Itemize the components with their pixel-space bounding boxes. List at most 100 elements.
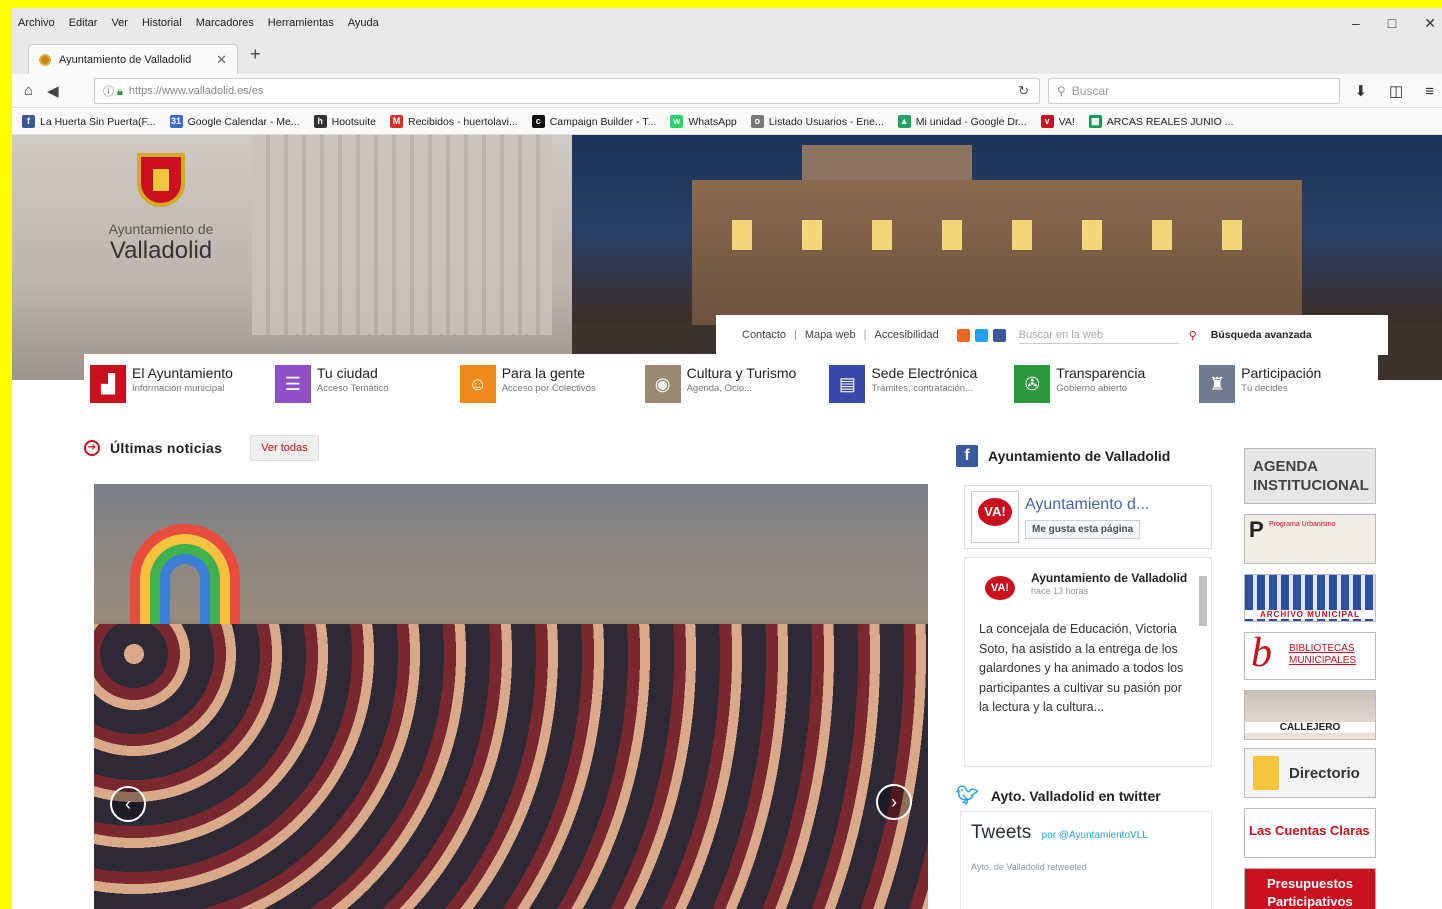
nav-item[interactable]: ▟ El Ayuntamiento Información municipal xyxy=(84,365,269,403)
like-label: Me gusta esta página xyxy=(1032,523,1134,535)
url-bar[interactable]: ⓘ 🔒︎ https://www.valladolid.es/es ↻ xyxy=(94,78,1040,104)
bookmark-label: Listado Usuarios - Ene... xyxy=(768,115,884,128)
nav-item-title: El Ayuntamiento xyxy=(132,365,233,381)
cuentas-claras-banner[interactable]: Las Cuentas Claras xyxy=(1244,808,1376,858)
bookmark-item[interactable]: ▲ Mi unidad - Google Dr... xyxy=(897,115,1027,128)
bookmark-item[interactable]: f La Huerta Sin Puerta(F... xyxy=(22,115,156,128)
tweets-by-link[interactable]: por @AyuntamientoVLL xyxy=(1042,830,1148,841)
facebook-page-card[interactable]: VA! Ayuntamiento d... Me gusta esta pági… xyxy=(964,485,1212,549)
bookmark-item[interactable]: c Campaign Builder - T... xyxy=(531,115,656,128)
bookmark-item[interactable]: o Listado Usuarios - Ene... xyxy=(750,115,884,128)
menu-ver[interactable]: Ver xyxy=(111,17,128,29)
slider-prev-button[interactable]: ‹ xyxy=(110,786,146,822)
nav-item[interactable]: ☰ Tu ciudad Acceso Temático xyxy=(269,365,454,403)
minimize-button[interactable]: – xyxy=(1352,15,1360,31)
sidebar-icon[interactable]: ◫ xyxy=(1389,82,1403,100)
bookmark-item[interactable]: M Recibidos - huertolavi... xyxy=(389,115,518,128)
presupuestos-banner[interactable]: Presupuestos Participativos xyxy=(1244,868,1376,909)
browser-search-placeholder: Buscar xyxy=(1071,84,1110,98)
browser-search-input[interactable]: ⚲ Buscar xyxy=(1048,78,1340,104)
nav-item[interactable]: ☺ Para la gente Acceso por Colectivos xyxy=(454,365,639,403)
news-icon: ➔ xyxy=(84,440,100,456)
site-search-input[interactable]: Buscar en la web xyxy=(1018,327,1179,344)
toolbar-right: ⬇ ◫ ≡ xyxy=(1354,74,1442,108)
see-all-button[interactable]: Ver todas xyxy=(250,435,319,461)
bookmark-item[interactable]: 31 Google Calendar - Me... xyxy=(169,115,300,128)
window-controls: – □ ✕ xyxy=(1352,8,1442,38)
facebook-page-name[interactable]: Ayuntamiento d... xyxy=(1025,496,1149,514)
archivo-banner[interactable]: ARCHIVO MUNICIPAL xyxy=(1244,574,1376,622)
tweets-title: Tweets xyxy=(971,822,1032,843)
menu-editar[interactable]: Editar xyxy=(69,17,98,29)
bookmark-item[interactable]: ▦ ARCAS REALES JUNIO ... xyxy=(1088,115,1234,128)
facebook-post: VA! Ayuntamiento de Valladolid hace 13 h… xyxy=(964,557,1212,767)
rss-icon[interactable] xyxy=(956,328,970,342)
menu-marcadores[interactable]: Marcadores xyxy=(196,17,254,29)
lock-icon: ⓘ 🔒︎ xyxy=(103,86,123,98)
nav-item-subtitle: Gobierno abierto xyxy=(1056,383,1128,394)
nav-item-subtitle: Agenda, Ocio... xyxy=(686,383,753,394)
advanced-search-link[interactable]: Búsqueda avanzada xyxy=(1211,329,1312,341)
bookmark-icon: M xyxy=(389,115,403,128)
nav-item-icon: ✇ xyxy=(1014,365,1051,403)
agenda-banner[interactable]: AGENDA INSTITUCIONAL xyxy=(1244,448,1376,504)
site-logo[interactable]: Ayuntamiento de Valladolid xyxy=(86,153,236,273)
nav-item-title: Para la gente xyxy=(501,365,586,381)
nav-item-subtitle: Información municipal xyxy=(132,383,225,394)
facebook-icon[interactable] xyxy=(992,328,1006,342)
post-author[interactable]: Ayuntamiento de Valladolid xyxy=(1031,570,1187,586)
menu-ayuda[interactable]: Ayuda xyxy=(348,17,379,29)
nav-item-subtitle: Acceso por Colectivos xyxy=(501,383,596,394)
twitter-timeline: Tweets por @AyuntamientoVLL Ayto. de Val… xyxy=(960,811,1212,909)
accessibility-link[interactable]: Accesibilidad xyxy=(875,329,939,341)
tab-title: Ayuntamiento de Valladolid xyxy=(59,53,192,66)
bookmark-label: La Huerta Sin Puerta(F... xyxy=(40,115,156,128)
back-icon[interactable]: ◀ xyxy=(47,82,59,100)
nav-item[interactable]: ✇ Transparencia Gobierno abierto xyxy=(1008,365,1193,403)
bookmark-item[interactable]: w WhatsApp xyxy=(670,115,737,128)
home-icon[interactable]: ⌂ xyxy=(24,82,33,99)
menu-archivo[interactable]: Archivo xyxy=(18,17,55,29)
reload-icon[interactable]: ↻ xyxy=(1018,83,1029,99)
menu-icon[interactable]: ≡ xyxy=(1425,83,1434,100)
news-title: Últimas noticias xyxy=(110,440,223,456)
nav-item-icon: ♜ xyxy=(1199,365,1236,403)
nav-item-title: Cultura y Turismo xyxy=(686,365,797,381)
menu-historial[interactable]: Historial xyxy=(142,17,182,29)
twitter-icon[interactable] xyxy=(974,328,988,342)
callejero-banner[interactable]: CALLEJERO xyxy=(1244,690,1376,740)
nav-item[interactable]: ◉ Cultura y Turismo Agenda, Ocio... xyxy=(639,365,824,403)
facebook-widget: f Ayuntamiento de Valladolid VA! Ayuntam… xyxy=(956,445,1212,767)
slider-next-button[interactable]: › xyxy=(876,784,912,820)
contact-link[interactable]: Contacto xyxy=(742,329,786,341)
nav-item[interactable]: ▤ Sede Electrónica Trámites, contratación.… xyxy=(823,365,1008,403)
close-window-button[interactable]: ✕ xyxy=(1424,15,1436,32)
bookmark-icon: c xyxy=(531,115,545,128)
urbanismo-banner[interactable]: P Programa Urbanismo xyxy=(1244,514,1376,564)
sitemap-link[interactable]: Mapa web xyxy=(805,329,856,341)
nav-item[interactable]: ♜ Participación Tú decides xyxy=(1193,365,1378,403)
nav-item-subtitle: Trámites, contratación... xyxy=(871,383,973,394)
tab-valladolid[interactable]: Ayuntamiento de Valladolid ✕ xyxy=(28,44,238,74)
menu-herramientas[interactable]: Herramientas xyxy=(268,17,334,29)
restore-button[interactable]: □ xyxy=(1388,15,1396,31)
menu-bar: Archivo Editar Ver Historial Marcadores … xyxy=(12,8,1442,38)
directorio-icon xyxy=(1253,756,1279,790)
bibliotecas-banner[interactable]: b BIBLIOTECAS MUNICIPALES xyxy=(1244,632,1376,680)
bookmark-item[interactable]: v VA! xyxy=(1040,115,1075,128)
close-tab-icon[interactable]: ✕ xyxy=(216,52,227,68)
bookmark-label: ARCAS REALES JUNIO ... xyxy=(1106,115,1234,128)
post-scrollbar[interactable] xyxy=(1199,562,1207,762)
like-page-button[interactable]: Me gusta esta página xyxy=(1025,519,1141,539)
logo-line1: Ayuntamiento de xyxy=(108,221,214,237)
directorio-banner[interactable]: Directorio xyxy=(1244,748,1376,798)
bookmark-item[interactable]: h Hootsuite xyxy=(313,115,376,128)
bookmarks-bar: f La Huerta Sin Puerta(F... 31 Google Calen… xyxy=(12,109,1442,135)
utility-bar: Contacto | Mapa web | Accesibilidad Busc… xyxy=(716,315,1388,355)
new-tab-button[interactable]: + xyxy=(250,44,261,65)
news-slider[interactable]: ‹ › xyxy=(94,484,928,909)
nav-item-title: Sede Electrónica xyxy=(871,365,978,381)
site-search-icon[interactable]: ⚲ xyxy=(1189,329,1197,342)
download-icon[interactable]: ⬇ xyxy=(1354,82,1367,100)
search-icon: ⚲ xyxy=(1057,84,1066,98)
